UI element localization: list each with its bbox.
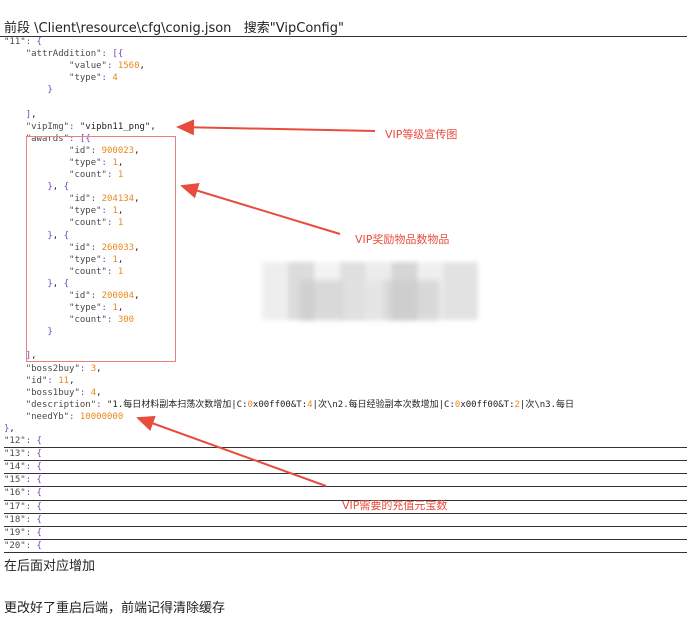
code-line: ], [25, 109, 37, 120]
code-line: "14": { [4, 461, 687, 475]
code-line: "attrAddition": [{ [25, 49, 124, 60]
annotation-vip-img: VIP等级宣传图 [385, 128, 458, 141]
code-line: "needYb": 10000000 [25, 411, 124, 422]
code-line: "boss2buy": 3, [25, 363, 102, 374]
page-title: 前段 \Client\resource\cfg\conig.json 搜索"Vi… [4, 21, 344, 36]
code-line: "boss1buy": 4, [25, 387, 102, 398]
footer-line-1: 在后面对应增加 [4, 559, 96, 574]
code-line: "type": 4 [69, 73, 118, 84]
code-line: "description": "1.每日材料副本扫荡次数增加|C:0x00ff0… [25, 399, 575, 410]
code-line: "15": { [4, 474, 687, 488]
code-line: "18": { [4, 514, 687, 527]
code-line: "20": { [4, 540, 687, 553]
code-line: "vipImg": "vipbn11_png", [25, 121, 156, 132]
code-line: "19": { [4, 527, 687, 540]
annotation-need-yb: VIP需要的充值元宝数 [342, 499, 448, 512]
code-line: "value": 1560, [69, 61, 145, 72]
code-line: "12": { [4, 435, 687, 449]
code-line: "id": 11, [25, 375, 75, 386]
code-line: } [47, 85, 53, 96]
footer-line-2: 更改好了重启后端，前端记得清除缓存 [4, 601, 226, 616]
code-line: "13": { [4, 448, 687, 462]
annotation-awards: VIP奖励物品数物品 [355, 233, 450, 246]
awards-highlight-box [26, 136, 176, 362]
blurred-region-inner [300, 280, 440, 320]
code-line: "11": { [4, 37, 42, 47]
code-line: }, [4, 424, 15, 434]
